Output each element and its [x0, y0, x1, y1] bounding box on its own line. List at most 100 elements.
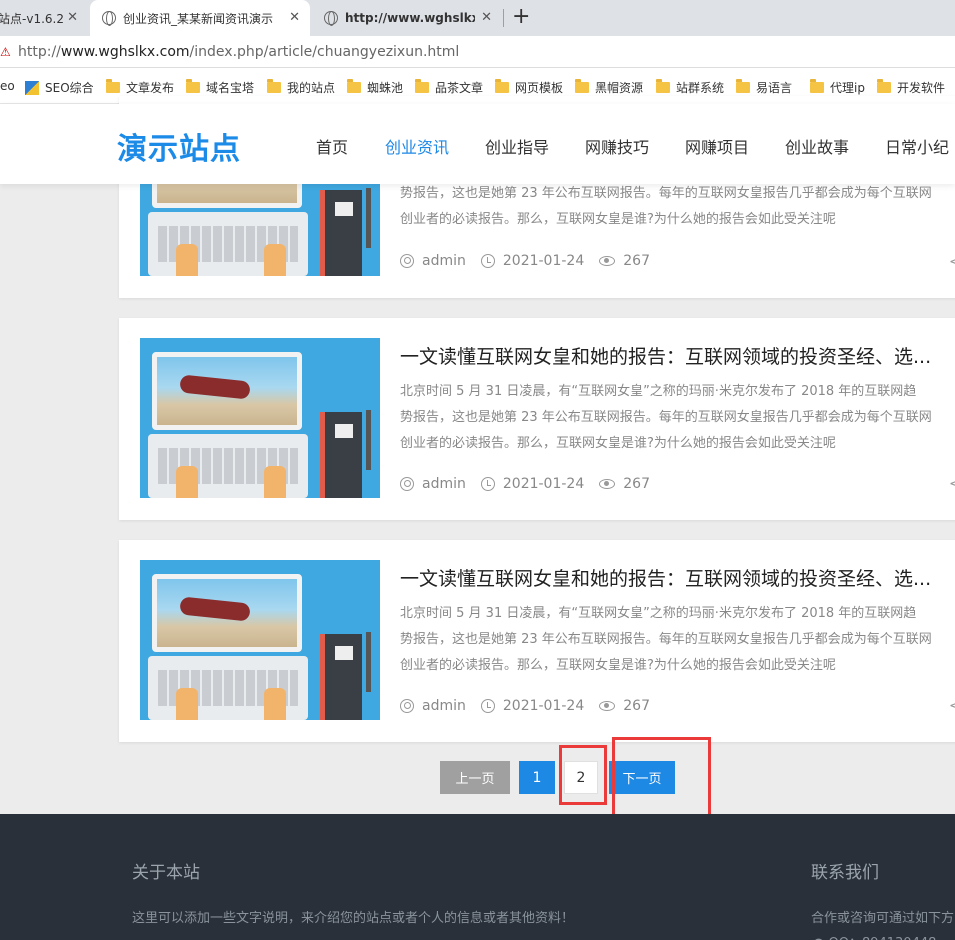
nav-item-earning-tips[interactable]: 网赚技巧	[585, 134, 649, 158]
address-bar[interactable]: ⚠ http://www.wghslkx.com/index.php/artic…	[0, 36, 955, 68]
article-title[interactable]: 一文读懂互联网女皇和她的报告：互联网领域的投资圣经、选...	[400, 564, 955, 591]
article-author[interactable]: admin	[422, 253, 466, 269]
footer-about-text: 这里可以添加一些文字说明，来介绍您的站点或者个人的信息或者其他资料！	[132, 911, 575, 926]
notebook-illustration	[320, 412, 362, 498]
bookmark-label: 蜘蛛池	[367, 81, 404, 95]
article-card[interactable]: 一文读懂互联网女皇和她的报告：互联网领域的投资圣经、选... 北京时间 5 月 …	[119, 540, 955, 742]
bookmark-item[interactable]: SEO综合	[25, 79, 93, 96]
nav-item-startup-stories[interactable]: 创业故事	[785, 134, 849, 158]
share-icon[interactable]: <	[949, 476, 955, 492]
notebook-illustration	[320, 190, 362, 276]
url-text[interactable]: http://www.wghslkx.com/index.php/article…	[18, 44, 459, 60]
folder-icon	[810, 79, 824, 93]
bookmark-item[interactable]: eo	[0, 79, 15, 93]
summary-line: 势报告，这也是她第 23 年公布互联网报告。每年的互联网女皇报告几乎都会成为每个…	[400, 186, 932, 201]
nav-item-daily-notes[interactable]: 日常小纪	[885, 134, 949, 158]
bookmark-item[interactable]: 我的站点	[267, 79, 335, 96]
article-author[interactable]: admin	[422, 476, 466, 492]
bookmark-item[interactable]: 开发软件	[877, 79, 945, 96]
folder-icon	[877, 79, 891, 93]
article-meta: admin 2021-01-24 267	[400, 476, 665, 492]
prev-page-button[interactable]: 上一页	[440, 761, 510, 794]
browser-tab-2[interactable]: 创业资讯_某某新闻资讯演示站 ✕	[90, 0, 310, 36]
user-icon	[400, 477, 414, 491]
nav-item-home[interactable]: 首页	[316, 134, 348, 158]
tab-title: 站点-v1.6.2	[0, 11, 64, 26]
share-icon[interactable]: <	[949, 698, 955, 714]
hand-illustration	[264, 466, 286, 498]
folder-icon	[736, 79, 750, 93]
summary-line: 势报告，这也是她第 23 年公布互联网报告。每年的互联网女皇报告几乎都会成为每个…	[400, 632, 932, 647]
nav-item-earning-projects[interactable]: 网赚项目	[685, 134, 749, 158]
eye-icon	[599, 701, 616, 711]
share-icon[interactable]: <	[949, 254, 955, 270]
bookmark-label: SEO综合	[45, 81, 93, 95]
hand-illustration	[264, 688, 286, 720]
article-title[interactable]: 一文读懂互联网女皇和她的报告：互联网领域的投资圣经、选...	[400, 342, 955, 369]
summary-line: 创业者的必读报告。那么，互联网女皇是谁?为什么她的报告会如此受关注呢	[400, 212, 836, 227]
summary-line: 北京时间 5 月 31 日凌晨，有“互联网女皇”之称的玛丽·米克尔发布了 201…	[400, 384, 917, 399]
pen-illustration	[366, 632, 371, 692]
close-icon[interactable]: ✕	[289, 10, 300, 25]
folder-icon	[495, 79, 509, 93]
article-thumbnail[interactable]	[140, 338, 380, 498]
article-author[interactable]: admin	[422, 698, 466, 714]
hand-illustration	[264, 244, 286, 276]
notebook-illustration	[320, 634, 362, 720]
nav-item-startup-news[interactable]: 创业资讯	[385, 134, 449, 158]
article-meta: admin 2021-01-24 267	[400, 253, 665, 269]
browser-tab-strip: 站点-v1.6.2 ✕ 创业资讯_某某新闻资讯演示站 ✕ http://www.…	[0, 0, 955, 36]
pen-illustration	[366, 410, 371, 470]
tab-separator	[503, 9, 504, 27]
footer-contact-text: 合作或咨询可通过如下方	[811, 911, 955, 926]
nav-item-startup-guide[interactable]: 创业指导	[485, 134, 549, 158]
bookmark-item[interactable]: 文章发布	[106, 79, 174, 96]
folder-icon	[267, 79, 281, 93]
browser-tab-3[interactable]: http://www.wghslkx.c ✕	[312, 0, 502, 36]
bookmark-item[interactable]: 品茶文章	[415, 79, 483, 96]
site-header: 演示站点 首页 创业资讯 创业指导 网赚技巧 网赚项目 创业故事 日常小纪	[0, 104, 955, 184]
article-card[interactable]: 一文读懂互联网女皇和她的报告：互联网领域的投资圣经、选... 北京时间 5 月 …	[119, 318, 955, 520]
bookmark-label: 站群系统	[676, 81, 725, 95]
new-tab-button[interactable]: +	[512, 4, 530, 29]
globe-icon	[324, 11, 338, 26]
close-icon[interactable]: ✕	[67, 10, 78, 25]
globe-icon	[102, 11, 116, 26]
bookmark-item[interactable]: 域名宝塔	[186, 79, 254, 96]
bookmark-label: 易语言	[756, 81, 793, 95]
clock-icon	[480, 254, 495, 268]
bookmark-label: 品茶文章	[435, 81, 484, 95]
footer-contact-title: 联系我们	[811, 863, 879, 883]
bookmark-item[interactable]: 代理ip	[810, 79, 865, 96]
article-date: 2021-01-24	[502, 698, 585, 714]
article-summary: 北京时间 5 月 31 日凌晨，有“互联网女皇”之称的玛丽·米克尔发布了 201…	[400, 379, 955, 457]
seo-icon	[25, 80, 39, 95]
article-thumbnail[interactable]	[140, 560, 380, 720]
eye-icon	[599, 479, 616, 489]
user-icon	[400, 699, 414, 713]
bookmark-label: 黑帽资源	[595, 81, 643, 95]
bookmark-label: 网页模板	[515, 81, 564, 95]
bookmark-item[interactable]: 站群系统	[656, 79, 724, 96]
bookmark-label: eo	[0, 79, 15, 93]
url-prefix: http://	[18, 44, 61, 60]
browser-tab-1[interactable]: 站点-v1.6.2 ✕	[0, 0, 88, 36]
bookmark-label: 域名宝塔	[206, 81, 254, 95]
folder-icon	[656, 79, 670, 93]
folder-icon	[575, 79, 589, 93]
site-logo[interactable]: 演示站点	[117, 124, 241, 168]
bookmark-item[interactable]: 网页模板	[495, 79, 563, 96]
not-secure-icon[interactable]: ⚠	[0, 45, 11, 59]
site-footer: 关于本站 这里可以添加一些文字说明，来介绍您的站点或者个人的信息或者其他资料！ …	[0, 814, 955, 940]
bookmark-label: 文章发布	[126, 81, 175, 95]
close-icon[interactable]: ✕	[481, 10, 492, 25]
bookmark-item[interactable]: 蜘蛛池	[347, 79, 403, 96]
bookmark-item[interactable]: 黑帽资源	[575, 79, 643, 96]
user-icon	[400, 254, 414, 268]
folder-icon	[186, 79, 200, 93]
page-1-button[interactable]: 1	[519, 761, 555, 794]
bookmark-item[interactable]: 易语言	[736, 79, 792, 96]
clock-icon	[480, 699, 495, 713]
summary-line: 创业者的必读报告。那么，互联网女皇是谁?为什么她的报告会如此受关注呢	[400, 436, 836, 451]
summary-line: 势报告，这也是她第 23 年公布互联网报告。每年的互联网女皇报告几乎都会成为每个…	[400, 410, 932, 425]
